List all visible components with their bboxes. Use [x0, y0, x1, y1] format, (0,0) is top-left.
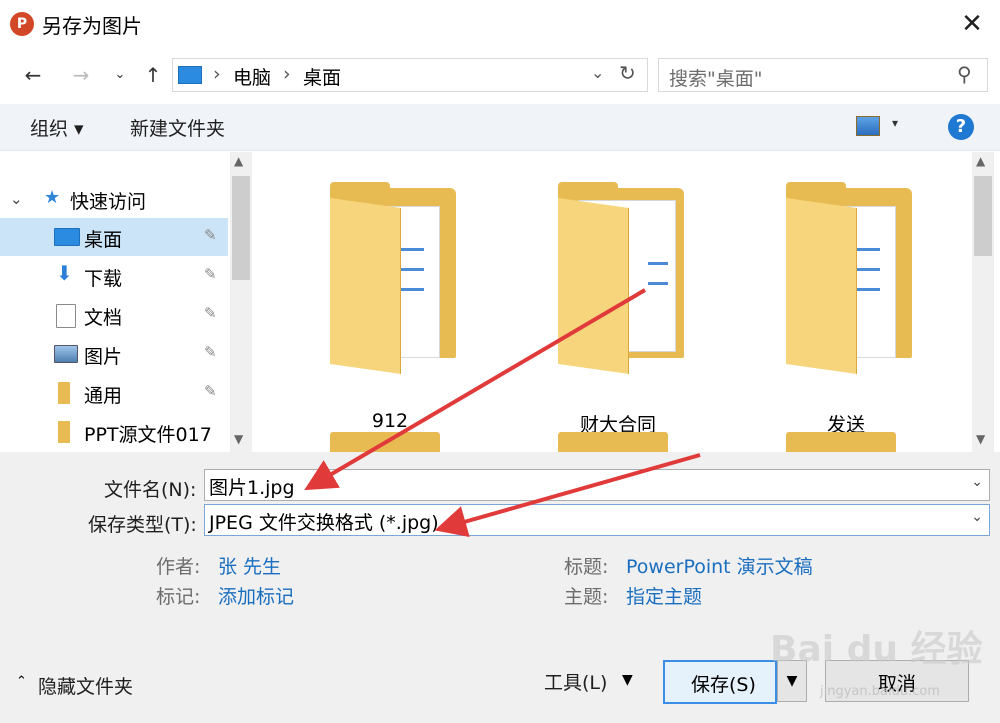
list-item[interactable] [330, 432, 440, 452]
folder-icon [58, 382, 70, 404]
change-view-icon[interactable] [856, 116, 880, 136]
watermark-logo: Bai du 经验 [770, 629, 983, 670]
address-bar[interactable]: › 电脑 › 桌面 ⌄ ↻ [172, 58, 648, 92]
refresh-icon[interactable]: ↻ [619, 61, 636, 85]
filetype-label: 保存类型(T): [88, 514, 197, 536]
scrollbar-thumb[interactable] [974, 176, 992, 256]
search-input[interactable]: 搜索"桌面" ⚲ [658, 58, 988, 92]
chevron-down-icon[interactable]: ⌄ [10, 190, 23, 208]
tags-label: 标记: [156, 586, 201, 608]
pin-icon[interactable]: ✎ [204, 343, 217, 361]
filename-value: 图片1.jpg [209, 477, 295, 499]
scrollbar-thumb[interactable] [232, 176, 250, 280]
search-placeholder: 搜索"桌面" [669, 68, 763, 90]
sidebar-item-label: 快速访问 [70, 191, 147, 213]
sidebar-item-desktop[interactable]: 桌面 ✎ [0, 218, 228, 256]
folder-front [330, 198, 401, 374]
help-icon[interactable]: ? [948, 114, 974, 140]
pin-icon[interactable]: ✎ [204, 226, 217, 244]
view-options-dropdown[interactable]: ▾ [892, 116, 898, 130]
forward-button[interactable]: → [66, 60, 96, 90]
desktop-icon [54, 228, 80, 246]
sidebar-item-label: PPT源文件017 [84, 424, 212, 446]
subject-label: 主题: [564, 586, 609, 608]
title-label: 标题: [564, 556, 609, 578]
command-bar: 组织 ▾ 新建文件夹 ▾ ? [0, 104, 1000, 151]
navigation-pane: ⌄ ★ 快速访问 桌面 ✎ ⬇ 下载 ✎ 文档 ✎ 图片 ✎ 通用 ✎ PPT源… [0, 152, 256, 452]
sidebar-item-ppt-source[interactable]: PPT源文件017 [0, 413, 228, 451]
chevron-down-icon[interactable]: ⌄ [971, 474, 983, 490]
file-list: 912 财大合同 发送 [258, 152, 972, 452]
chevron-up-icon[interactable]: ⌃ [16, 674, 27, 689]
tags-value[interactable]: 添加标记 [218, 582, 294, 609]
breadcrumb-computer[interactable]: 电脑 [233, 63, 271, 90]
folder-front [558, 198, 629, 374]
sidebar-item-label: 文档 [84, 307, 123, 329]
hide-folders-button[interactable]: 隐藏文件夹 [38, 672, 133, 699]
list-item[interactable]: 发送 [776, 182, 916, 436]
paper-line [648, 262, 668, 265]
sidebar-item-common[interactable]: 通用 ✎ [0, 374, 228, 412]
new-folder-button[interactable]: 新建文件夹 [130, 114, 225, 141]
pin-icon[interactable]: ✎ [204, 382, 217, 400]
back-button[interactable]: ← [18, 60, 48, 90]
sidebar-item-downloads[interactable]: ⬇ 下载 ✎ [0, 257, 228, 295]
computer-icon [178, 66, 202, 84]
pin-icon[interactable]: ✎ [204, 265, 217, 283]
sidebar-item-label: 通用 [84, 385, 123, 407]
organize-button[interactable]: 组织 ▾ [30, 114, 84, 141]
list-item[interactable] [558, 432, 668, 452]
author-value[interactable]: 张 先生 [218, 552, 281, 579]
file-name: 912 [371, 410, 409, 432]
document-icon [56, 304, 76, 328]
filename-label: 文件名(N): [104, 479, 197, 501]
breadcrumb-separator: › [283, 63, 291, 85]
chevron-down-icon[interactable]: ⌄ [971, 509, 983, 525]
sidebar-item-quick-access[interactable]: ⌄ ★ 快速访问 [0, 180, 228, 218]
pin-icon[interactable]: ✎ [204, 304, 217, 322]
paper-line [648, 282, 668, 285]
up-button[interactable]: ↑ [138, 60, 168, 90]
breadcrumb-desktop[interactable]: 桌面 [303, 63, 341, 90]
powerpoint-icon: P [10, 12, 34, 36]
picture-icon [54, 345, 78, 363]
title-bar: P 另存为图片 ✕ [0, 0, 1000, 48]
folder-front [786, 198, 857, 374]
filetype-value: JPEG 文件交换格式 (*.jpg) [209, 512, 439, 534]
scroll-down-icon[interactable]: ▼ [976, 432, 985, 446]
list-item[interactable] [786, 432, 896, 452]
breadcrumb-separator: › [213, 63, 221, 85]
save-button[interactable]: 保存(S) [663, 660, 777, 704]
tools-button[interactable]: 工具(L) [544, 668, 607, 695]
chevron-down-icon[interactable]: ⌄ [591, 63, 604, 82]
sidebar-item-documents[interactable]: 文档 ✎ [0, 296, 228, 334]
star-icon: ★ [44, 187, 61, 208]
sidebar-item-label: 下载 [84, 268, 123, 290]
save-button-label: 保存(S) [691, 674, 756, 696]
tools-dropdown-icon[interactable]: ▼ [622, 672, 633, 688]
author-label: 作者: [156, 556, 201, 578]
search-icon[interactable]: ⚲ [957, 62, 972, 86]
scroll-up-icon[interactable]: ▲ [234, 154, 243, 168]
filename-field[interactable]: 图片1.jpg ⌄ [204, 469, 990, 501]
sidebar-item-label: 图片 [84, 346, 123, 368]
filetype-select[interactable]: JPEG 文件交换格式 (*.jpg) ⌄ [204, 504, 990, 536]
sidebar-item-label: 桌面 [84, 229, 123, 251]
sidebar-item-pictures[interactable]: 图片 ✎ [0, 335, 228, 373]
subject-value[interactable]: 指定主题 [626, 582, 702, 609]
recent-locations-dropdown[interactable]: ⌄ [108, 60, 132, 90]
download-icon: ⬇ [56, 261, 73, 285]
folder-icon [58, 421, 70, 443]
watermark-url: jingyan.baidu.com [820, 684, 940, 699]
title-value[interactable]: PowerPoint 演示文稿 [626, 552, 813, 579]
scroll-down-icon[interactable]: ▼ [234, 432, 243, 446]
list-item[interactable]: 912 [320, 182, 460, 432]
scroll-up-icon[interactable]: ▲ [976, 154, 985, 168]
close-button[interactable]: ✕ [950, 4, 994, 44]
window-title: 另存为图片 [42, 14, 142, 38]
list-item[interactable]: 财大合同 [548, 182, 688, 436]
